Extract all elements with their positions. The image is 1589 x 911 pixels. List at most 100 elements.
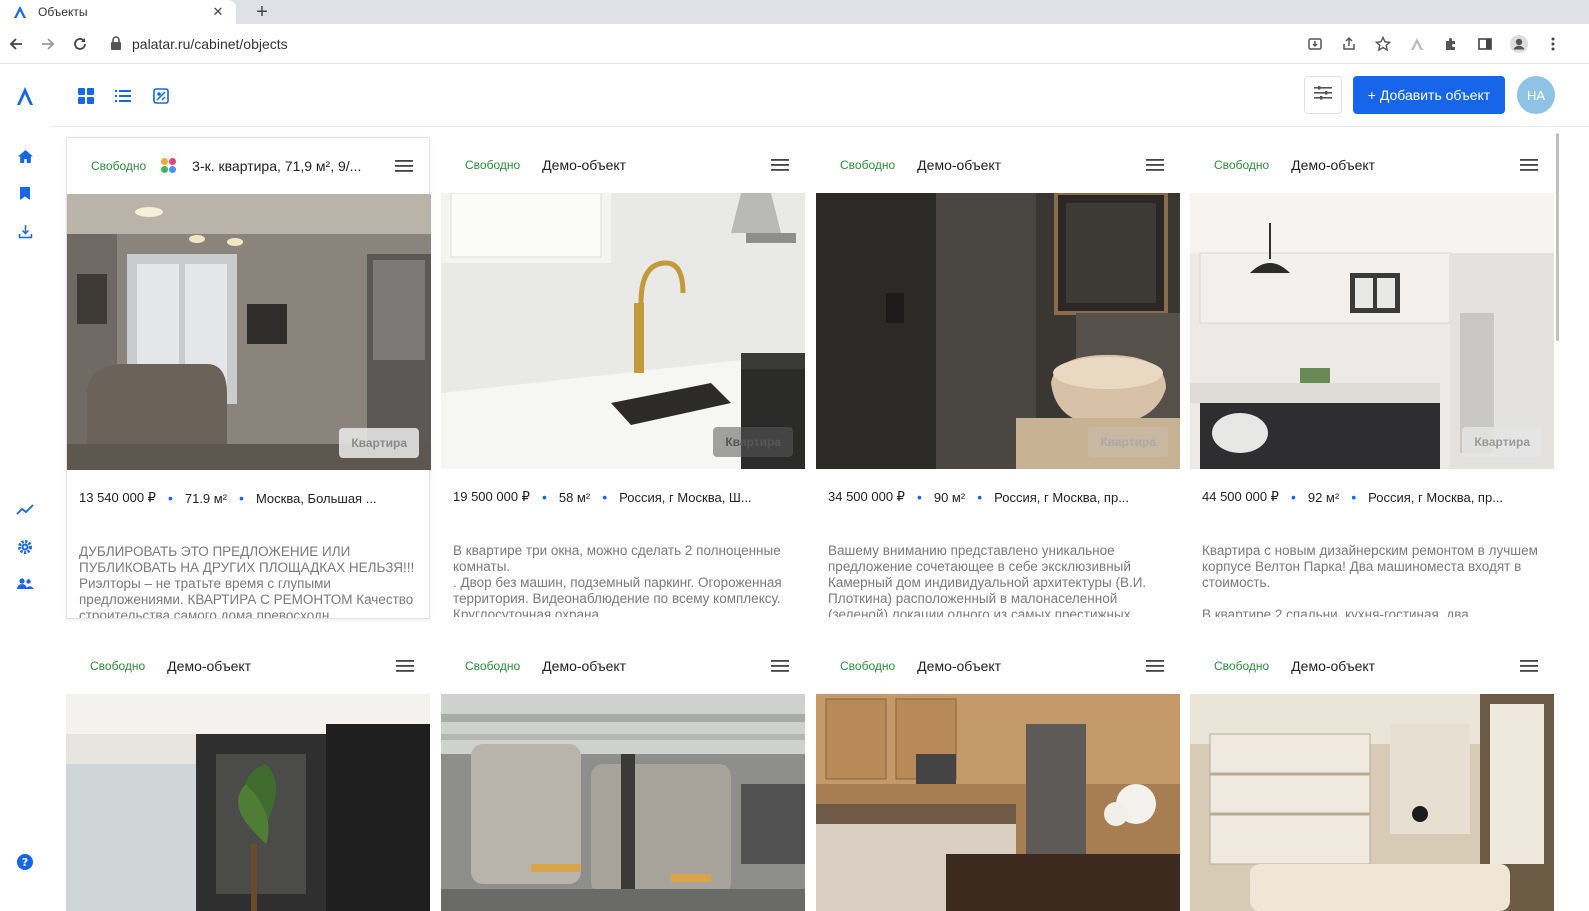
card-photo[interactable]: Квартира — [816, 193, 1180, 469]
close-tab-icon[interactable]: ✕ — [210, 4, 226, 20]
card-meta: 19 500 000 ₽ • 58 м² • Россия, г Москва,… — [441, 469, 805, 525]
separator-dot-icon: • — [916, 489, 922, 505]
download-icon[interactable] — [14, 220, 36, 242]
card-title[interactable]: 3-к. квартира, 71,9 м², 9/... — [192, 158, 383, 174]
map-view-icon[interactable] — [150, 85, 172, 107]
card-header: Свободно Демо-объект — [66, 638, 430, 694]
object-card[interactable]: Свободно Демо-объект Квартира 34 500 000… — [816, 137, 1180, 617]
card-photo[interactable] — [816, 694, 1180, 911]
card-title[interactable]: Демо-объект — [542, 658, 759, 674]
object-card[interactable]: Свободно Демо-объект — [66, 638, 430, 911]
reload-icon[interactable] — [64, 28, 96, 60]
chart-icon[interactable] — [14, 498, 36, 520]
star-icon[interactable] — [1371, 32, 1395, 56]
card-menu-icon[interactable] — [767, 655, 793, 677]
palatar-extension-icon[interactable] — [1405, 32, 1429, 56]
card-photo[interactable]: Квартира — [67, 194, 431, 470]
card-menu-icon[interactable] — [1142, 655, 1168, 677]
minimize-icon[interactable] — [1492, 0, 1504, 4]
object-card[interactable]: Свободно Демо-объект — [441, 638, 805, 911]
browser-menu-icon[interactable] — [1541, 32, 1565, 56]
avatar[interactable]: НА — [1517, 76, 1555, 114]
object-card[interactable]: Свободно 3-к. квартира, 71,9 м², 9/... К… — [66, 137, 431, 619]
side-panel-icon[interactable] — [1473, 32, 1497, 56]
card-menu-icon[interactable] — [391, 155, 417, 177]
tab-title: Объекты — [38, 5, 88, 19]
card-menu-icon[interactable] — [1516, 154, 1542, 176]
browser-toolbar: palatar.ru/cabinet/objects — [0, 24, 1589, 64]
price: 44 500 000 ₽ — [1202, 489, 1279, 504]
app-logo-icon[interactable] — [14, 85, 36, 107]
address: Москва, Большая ... — [255, 490, 377, 506]
browser-tabbar: Объекты ✕ + — [0, 0, 1589, 24]
profile-icon[interactable] — [1507, 32, 1531, 56]
address-bar[interactable]: palatar.ru/cabinet/objects — [110, 24, 288, 64]
object-card[interactable]: Свободно Демо-объект — [816, 638, 1180, 911]
browser-tab[interactable]: Объекты ✕ — [0, 0, 236, 24]
card-photo[interactable] — [1190, 694, 1554, 911]
card-photo[interactable] — [441, 694, 805, 911]
separator-dot-icon: • — [602, 489, 608, 505]
price: 19 500 000 ₽ — [453, 489, 530, 504]
gear-icon[interactable] — [14, 536, 36, 558]
status-badge: Свободно — [91, 159, 147, 173]
separator-dot-icon: • — [1351, 489, 1357, 505]
property-type-badge: Квартира — [1462, 427, 1542, 457]
card-menu-icon[interactable] — [767, 154, 793, 176]
status-badge: Свободно — [840, 659, 896, 673]
card-menu-icon[interactable] — [1142, 154, 1168, 176]
bookmark-icon[interactable] — [14, 182, 36, 204]
app-sidebar: ? — [0, 65, 50, 911]
card-title[interactable]: Демо-объект — [1291, 658, 1508, 674]
extensions-icon[interactable] — [1439, 32, 1463, 56]
list-view-icon[interactable] — [112, 85, 134, 107]
card-title[interactable]: Демо-объект — [917, 658, 1134, 674]
home-icon[interactable] — [14, 145, 36, 167]
card-photo[interactable] — [66, 694, 430, 911]
card-title[interactable]: Демо-объект — [167, 658, 384, 674]
property-type-badge: Квартира — [713, 427, 793, 457]
svg-text:?: ? — [22, 856, 28, 869]
card-title[interactable]: Демо-объект — [1291, 157, 1508, 173]
address: Россия, г Москва, пр... — [1368, 489, 1504, 505]
card-description: Вашему вниманию представлено уникальное … — [828, 543, 1147, 617]
card-photo[interactable]: Квартира — [441, 193, 805, 469]
status-badge: Свободно — [465, 659, 521, 673]
url-text: palatar.ru/cabinet/objects — [132, 36, 288, 52]
separator-dot-icon: • — [541, 489, 547, 505]
card-title[interactable]: Демо-объект — [542, 157, 759, 173]
help-icon[interactable]: ? — [14, 851, 36, 873]
separator-dot-icon: • — [167, 490, 173, 506]
card-photo[interactable]: Квартира — [1190, 193, 1554, 469]
color-tags-icon[interactable] — [160, 157, 178, 175]
back-icon[interactable] — [0, 28, 32, 60]
filter-button[interactable] — [1304, 76, 1342, 114]
forward-icon[interactable] — [32, 28, 64, 60]
separator-dot-icon: • — [239, 490, 244, 506]
object-card[interactable]: Свободно Демо-объект Квартира 44 500 000… — [1190, 137, 1554, 617]
card-header: Свободно Демо-объект — [441, 137, 805, 193]
users-icon[interactable] — [14, 573, 36, 595]
scrollbar-thumb[interactable] — [1556, 133, 1559, 341]
separator-dot-icon: • — [977, 489, 983, 505]
property-type-badge: Квартира — [1088, 427, 1168, 457]
grid-view-icon[interactable] — [75, 85, 97, 107]
add-object-button[interactable]: + Добавить объект — [1353, 76, 1505, 114]
card-header: Свободно Демо-объект — [816, 137, 1180, 193]
area: 71.9 м² — [184, 490, 228, 506]
share-icon[interactable] — [1337, 32, 1361, 56]
price: 13 540 000 ₽ — [79, 490, 156, 505]
card-menu-icon[interactable] — [392, 655, 418, 677]
card-description: Квартира с новым дизайнерским ремонтом в… — [1202, 543, 1538, 617]
object-card[interactable]: Свободно Демо-объект — [1190, 638, 1554, 911]
separator-dot-icon: • — [1290, 489, 1296, 505]
new-tab-button[interactable]: + — [250, 0, 274, 24]
card-header: Свободно Демо-объект — [816, 638, 1180, 694]
area: 90 м² — [933, 489, 966, 505]
status-badge: Свободно — [465, 158, 521, 172]
maximize-icon[interactable] — [1540, 0, 1550, 4]
object-card[interactable]: Свободно Демо-объект Квартира 19 500 000… — [441, 137, 805, 617]
card-menu-icon[interactable] — [1516, 655, 1542, 677]
install-app-icon[interactable] — [1303, 32, 1327, 56]
card-title[interactable]: Демо-объект — [917, 157, 1134, 173]
